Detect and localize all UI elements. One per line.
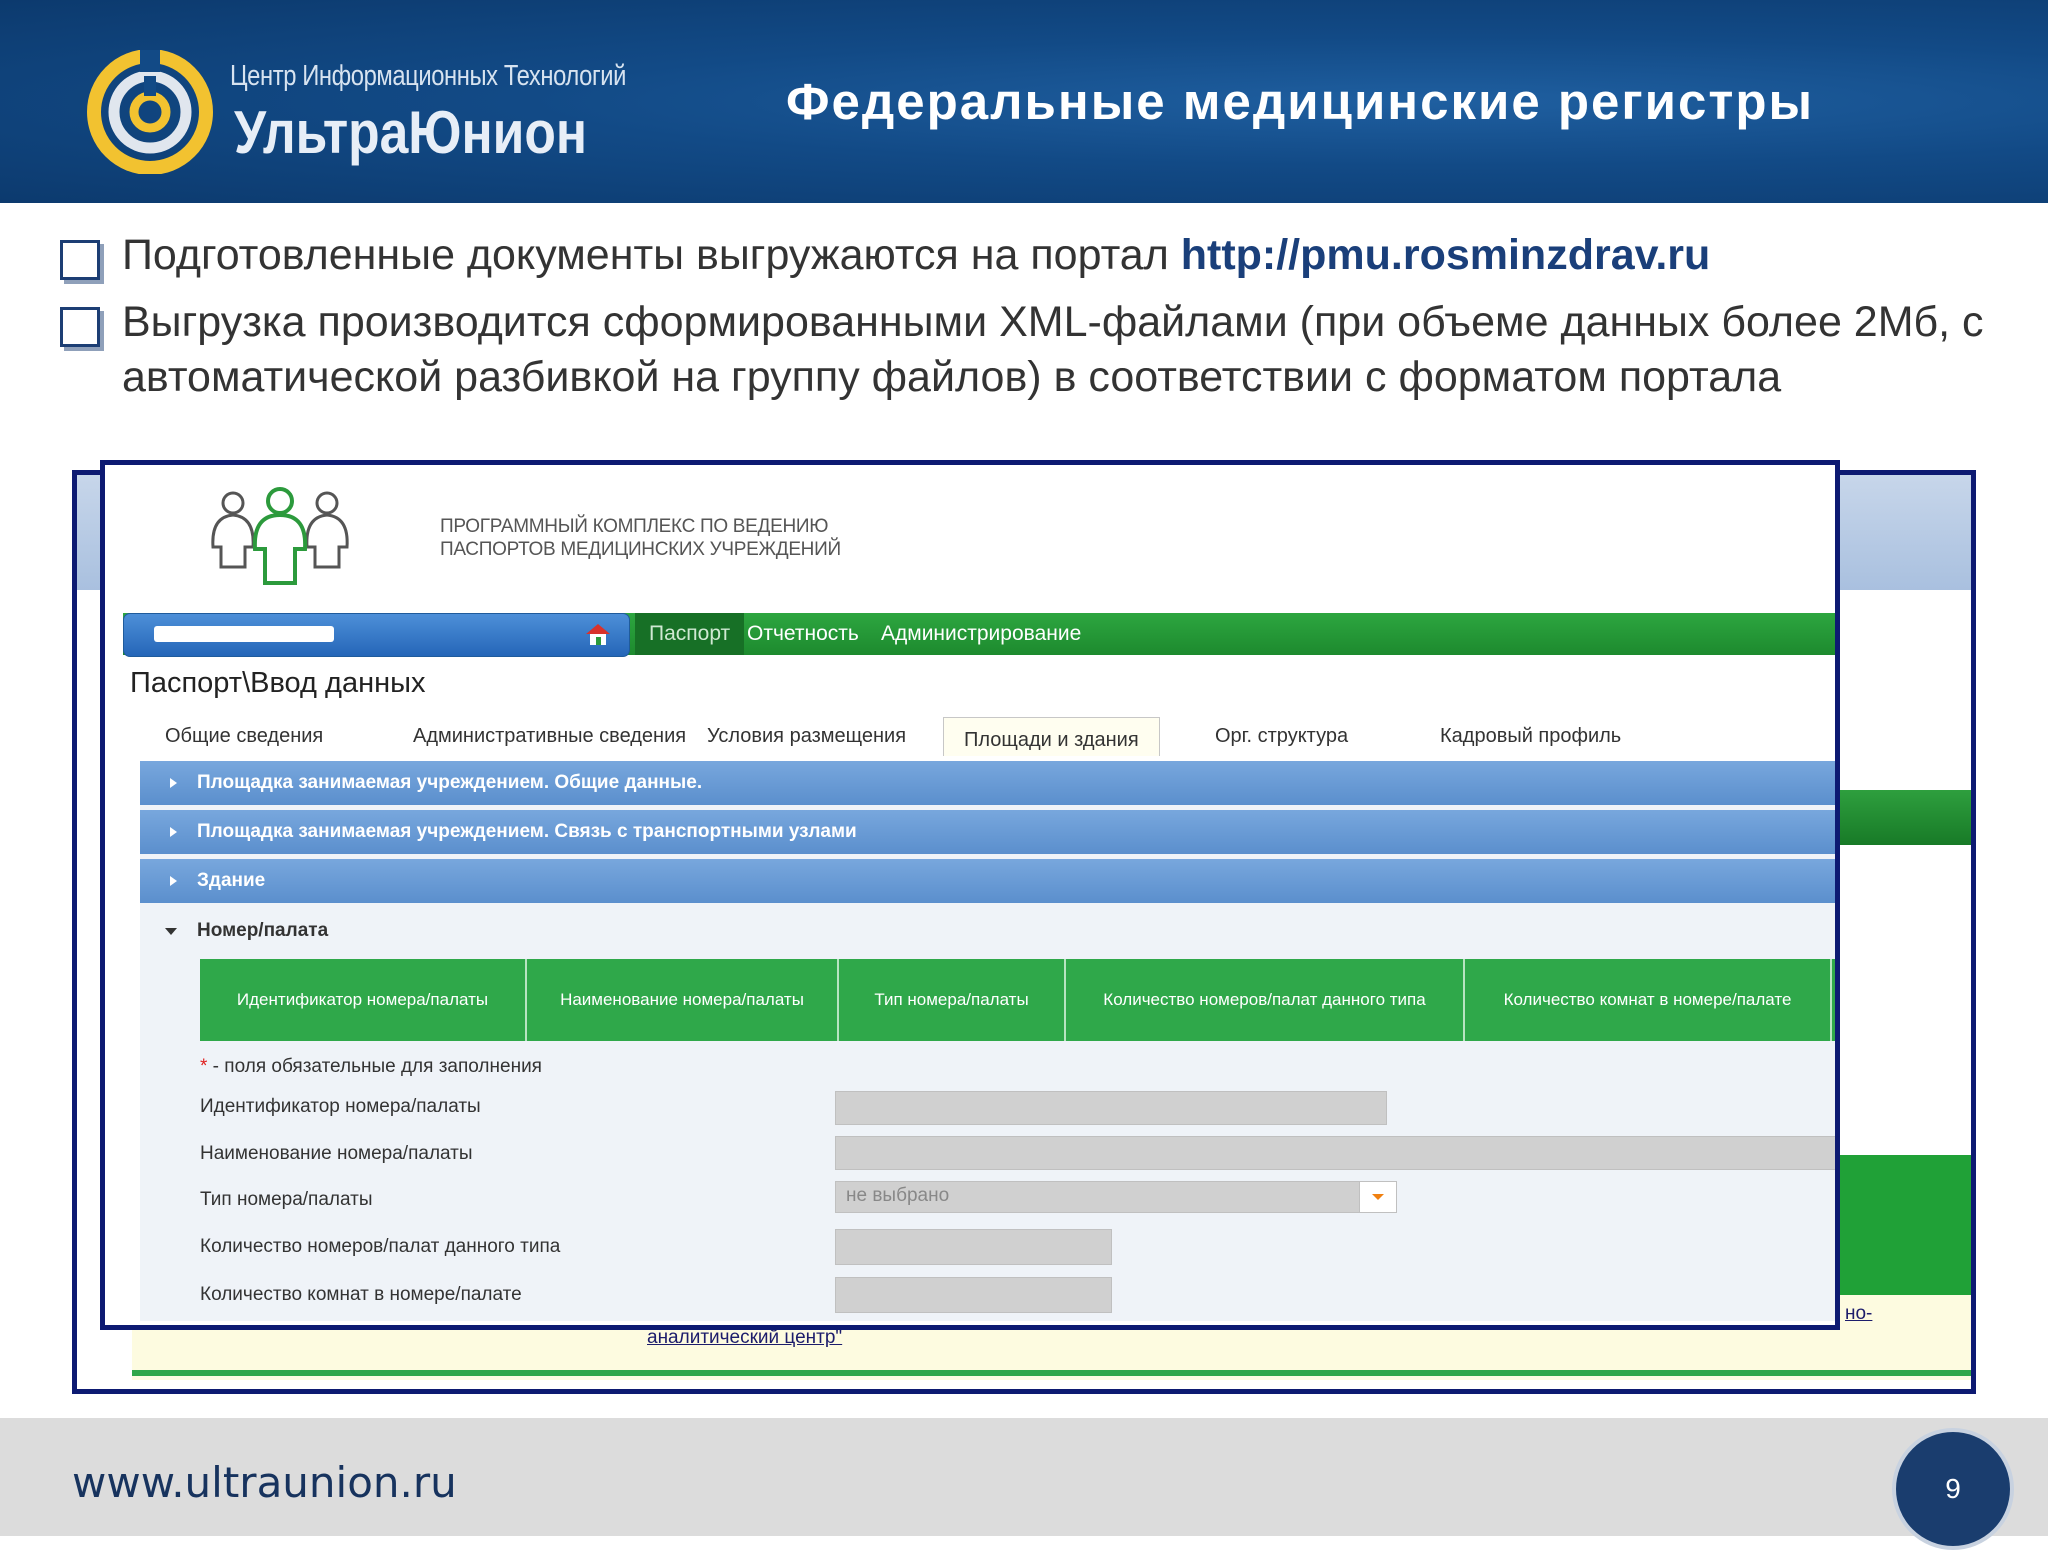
section-tabs: Общие сведения Административные сведения…: [125, 717, 1835, 759]
room-id-input[interactable]: [835, 1091, 1387, 1125]
grid-column-count[interactable]: Количество номеров/палат данного типа: [1066, 959, 1465, 1041]
bullet-2-text: Выгрузка производится сформированными XM…: [122, 298, 1984, 401]
tab-areas-buildings[interactable]: Площади и здания: [943, 717, 1160, 756]
field-label-count: Количество номеров/палат данного типа: [200, 1236, 561, 1257]
main-navbar: Паспорт Отчетность Администрирование: [123, 613, 1835, 657]
chevron-down-icon: [165, 928, 177, 935]
tab-placement[interactable]: Условия размещения: [707, 725, 906, 748]
bullet-1-text: Подготовленные документы выгружаются на …: [122, 231, 1181, 279]
background-link[interactable]: аналитический центр": [647, 1327, 842, 1349]
room-grid-header: Идентификатор номера/палаты Наименование…: [200, 959, 1835, 1041]
tab-org-structure[interactable]: Орг. структура: [1215, 725, 1348, 748]
tab-administrative[interactable]: Административные сведения: [413, 725, 686, 748]
grid-column-id[interactable]: Идентификатор номера/палаты: [200, 959, 527, 1041]
data-entry-panel: Площадка занимаемая учреждением. Общие д…: [140, 761, 1835, 1321]
redacted-username: [154, 626, 334, 642]
background-link[interactable]: но-: [1845, 1303, 1872, 1325]
checkbox-bullet-icon: [60, 307, 100, 347]
tab-staff-profile[interactable]: Кадровый профиль: [1440, 725, 1621, 748]
room-name-input[interactable]: [835, 1136, 1835, 1170]
dropdown-arrow-icon[interactable]: [1359, 1182, 1396, 1212]
chevron-right-icon: [170, 827, 177, 837]
slide-header: Центр Информационных Технологий УльтраЮн…: [0, 0, 2048, 203]
accordion-site-general[interactable]: Площадка занимаемая учреждением. Общие д…: [140, 761, 1835, 805]
tab-general[interactable]: Общие сведения: [165, 725, 323, 748]
accordion-site-transport[interactable]: Площадка занимаемая учреждением. Связь с…: [140, 810, 1835, 854]
company-name: УльтраЮнион: [234, 99, 588, 166]
field-label-name: Наименование номера/палаты: [200, 1143, 473, 1164]
nav-reports[interactable]: Отчетность: [733, 613, 873, 655]
slide-title: Федеральные медицинские регистры: [786, 73, 1815, 130]
grid-column-type[interactable]: Тип номера/палаты: [839, 959, 1066, 1041]
field-label-rooms: Количество комнат в номере/палате: [200, 1284, 522, 1305]
chevron-right-icon: [170, 876, 177, 886]
portal-link[interactable]: http://pmu.rosminzdrav.ru: [1181, 231, 1711, 279]
page-number: 9: [1892, 1428, 2014, 1550]
slide-footer: www.ultraunion.ru 9: [0, 1418, 2048, 1550]
checkbox-bullet-icon: [60, 240, 100, 280]
app-screenshot: ПРОГРАММНЫЙ КОМПЛЕКС ПО ВЕДЕНИЮ ПАСПОРТО…: [100, 460, 1840, 1330]
room-count-input[interactable]: [835, 1229, 1112, 1265]
grid-column-rooms[interactable]: Количество комнат в номере/палате: [1465, 959, 1832, 1041]
user-panel[interactable]: [123, 613, 630, 657]
website-url[interactable]: www.ultraunion.ru: [72, 1458, 457, 1507]
field-label-type: Тип номера/палаты: [200, 1189, 373, 1210]
field-label-id: Идентификатор номера/палаты: [200, 1096, 481, 1117]
room-type-select[interactable]: не выбрано: [835, 1181, 1397, 1213]
required-fields-note: * - поля обязательные для заполнения: [200, 1056, 542, 1077]
breadcrumb: Паспорт\Ввод данных: [130, 667, 426, 699]
accordion-building[interactable]: Здание: [140, 859, 1835, 903]
accordion-room-ward[interactable]: Номер/палата: [140, 909, 1835, 953]
grid-column-name[interactable]: Наименование номера/палаты: [527, 959, 839, 1041]
nav-passport[interactable]: Паспорт: [635, 613, 745, 655]
ultraunion-logo-icon: [87, 50, 213, 174]
home-icon[interactable]: [584, 622, 612, 646]
app-title: ПРОГРАММНЫЙ КОМПЛЕКС ПО ВЕДЕНИЮ ПАСПОРТО…: [440, 516, 841, 560]
nav-administration[interactable]: Администрирование: [867, 613, 1095, 655]
rooms-per-unit-input[interactable]: [835, 1277, 1112, 1313]
chevron-right-icon: [170, 778, 177, 788]
company-tagline: Центр Информационных Технологий: [230, 60, 626, 92]
people-logo-icon: [211, 487, 349, 585]
